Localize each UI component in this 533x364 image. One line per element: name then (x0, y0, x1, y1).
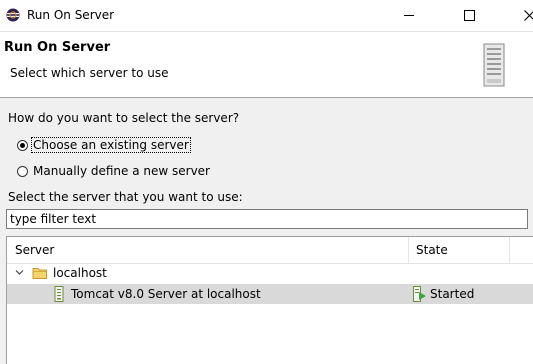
column-header-state[interactable]: State (416, 243, 448, 257)
selection-question: How do you want to select the server? (8, 111, 240, 125)
maximize-icon (463, 9, 475, 21)
choose-existing-radio[interactable]: Choose an existing server (17, 136, 191, 154)
server-state-label: Started (430, 287, 475, 301)
tree-row-tomcat-server[interactable]: Tomcat v8.0 Server at localhost Started (7, 284, 533, 304)
column-header-server[interactable]: Server (15, 243, 54, 257)
manually-define-label: Manually define a new server (33, 164, 210, 178)
minimize-icon (404, 15, 414, 16)
window-title: Run On Server (27, 8, 115, 22)
localhost-label: localhost (53, 266, 107, 280)
started-icon (413, 286, 426, 302)
page-title: Run On Server (4, 40, 111, 55)
tomcat-server-icon (54, 286, 64, 302)
tree-row-localhost[interactable]: localhost (7, 263, 533, 283)
close-button[interactable] (506, 0, 533, 30)
select-server-label: Select the server that you want to use: (8, 190, 243, 204)
chevron-down-icon[interactable] (15, 268, 24, 277)
choose-existing-label: Choose an existing server (31, 137, 191, 153)
table-header: Server State (7, 237, 533, 264)
server-tower-icon (483, 43, 505, 87)
minimize-button[interactable] (386, 0, 432, 30)
page-description: Select which server to use (10, 66, 169, 80)
wizard-header: Run On Server Select which server to use (0, 32, 533, 98)
column-divider[interactable] (509, 237, 510, 263)
column-divider[interactable] (408, 237, 409, 263)
manually-define-radio[interactable]: Manually define a new server (17, 162, 211, 180)
radio-selected-icon (17, 139, 28, 151)
eclipse-icon (6, 8, 20, 22)
maximize-button[interactable] (446, 0, 492, 30)
server-tree-table[interactable]: Server State localhost Tomcat v8.0 Serve… (6, 236, 533, 364)
close-icon (523, 9, 533, 21)
radio-unselected-icon (17, 165, 28, 177)
folder-icon (32, 268, 47, 279)
tomcat-server-label: Tomcat v8.0 Server at localhost (71, 287, 261, 301)
filter-input[interactable] (6, 209, 528, 229)
title-bar: Run On Server (0, 0, 533, 32)
